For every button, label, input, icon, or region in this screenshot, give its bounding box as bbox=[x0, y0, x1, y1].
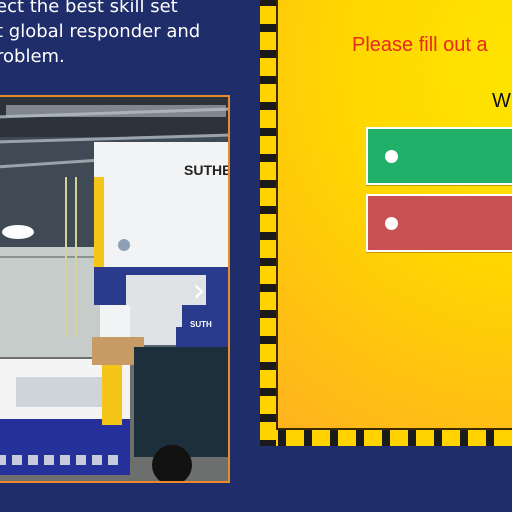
chevron-right-icon[interactable]: › bbox=[184, 274, 214, 306]
thumbnail[interactable] bbox=[0, 455, 6, 465]
instruction-text: ect the best skill set t global responde… bbox=[0, 0, 256, 69]
machine-label: SUTHE bbox=[184, 162, 230, 178]
factory-photo: SUTHE SUTH › bbox=[0, 95, 230, 483]
radio-indicator[interactable] bbox=[385, 150, 398, 163]
thumbnail[interactable] bbox=[44, 455, 54, 465]
slide: ect the best skill set t global responde… bbox=[0, 0, 512, 512]
answer-option-red[interactable] bbox=[366, 194, 512, 252]
radio-indicator[interactable] bbox=[385, 217, 398, 230]
instruction-line-2: t global responder and bbox=[0, 21, 201, 42]
question-text: W bbox=[492, 90, 511, 112]
instruction-line-1: ect the best skill set bbox=[0, 0, 178, 17]
answer-option-green[interactable] bbox=[366, 127, 512, 185]
thumbnail-strip bbox=[0, 455, 118, 465]
thumbnail[interactable] bbox=[92, 455, 102, 465]
thumbnail[interactable] bbox=[76, 455, 86, 465]
thumbnail[interactable] bbox=[108, 455, 118, 465]
form-prompt: Please fill out a bbox=[352, 34, 488, 56]
thumbnail[interactable] bbox=[12, 455, 22, 465]
instruction-line-3: roblem. bbox=[0, 46, 65, 67]
thumbnail[interactable] bbox=[60, 455, 70, 465]
thumbnail[interactable] bbox=[28, 455, 38, 465]
